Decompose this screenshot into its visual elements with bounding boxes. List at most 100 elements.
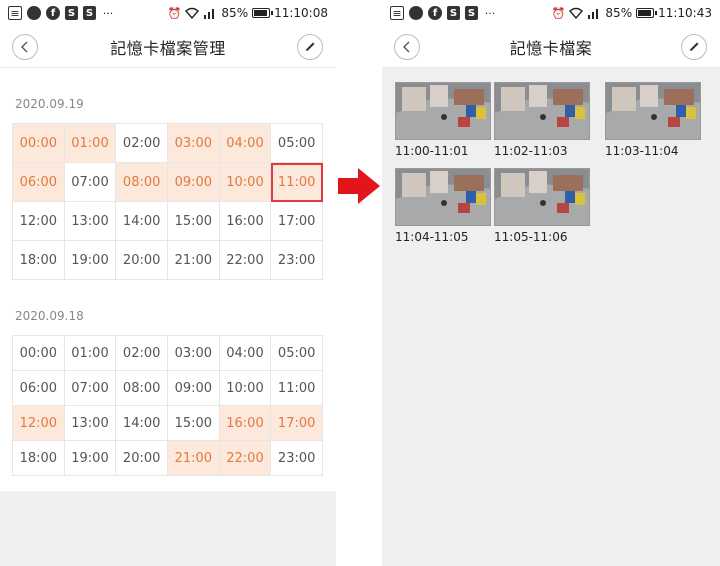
alarm-icon: ⏰ — [551, 6, 566, 20]
file-time-label: 11:02-11:03 — [494, 144, 568, 158]
hour-slot[interactable]: 10:00 — [219, 163, 272, 202]
hour-slot[interactable]: 21:00 — [168, 441, 220, 476]
more-dots-icon: ··· — [484, 6, 496, 20]
hour-slot[interactable]: 16:00 — [219, 202, 272, 241]
hour-slot[interactable]: 02:00 — [116, 336, 168, 371]
file-item[interactable]: 11:02-11:03 — [494, 82, 590, 158]
hour-slot[interactable]: 07:00 — [64, 371, 117, 406]
back-icon — [21, 41, 28, 53]
more-dots-icon: ··· — [102, 6, 114, 20]
hour-slot[interactable]: 02:00 — [116, 124, 168, 163]
hour-slot[interactable]: 09:00 — [168, 371, 220, 406]
back-icon — [403, 41, 410, 53]
hour-slot[interactable]: 11:00 — [271, 371, 323, 406]
video-thumbnail[interactable] — [605, 82, 701, 140]
hour-slot[interactable]: 15:00 — [168, 202, 220, 241]
video-thumbnail[interactable] — [494, 168, 590, 226]
hour-slot[interactable]: 01:00 — [64, 124, 117, 163]
notes-icon: ≡ — [390, 6, 404, 20]
hour-slot[interactable]: 12:00 — [13, 406, 65, 441]
hour-slot[interactable]: 17:00 — [271, 406, 323, 441]
hour-slot[interactable]: 21:00 — [168, 241, 220, 280]
battery-percent: 85% — [221, 6, 249, 20]
hour-slot[interactable]: 12:00 — [13, 202, 65, 241]
file-time-label: 11:05-11:06 — [494, 230, 568, 244]
hour-grid: 00:00 01:00 02:00 03:00 04:00 05:00 06:00 07:00… — [12, 123, 323, 280]
file-item[interactable]: 11:05-11:06 — [494, 168, 590, 244]
hour-slot[interactable]: 17:00 — [271, 202, 323, 241]
file-item[interactable]: 11:04-11:05 — [395, 168, 491, 244]
wifi-icon — [185, 6, 200, 20]
hour-slot[interactable]: 07:00 — [64, 163, 117, 202]
hour-slot[interactable]: 22:00 — [219, 241, 272, 280]
hour-slot[interactable]: 20:00 — [116, 241, 168, 280]
hour-slot[interactable]: 15:00 — [168, 406, 220, 441]
date-label: 2020.09.18 — [15, 309, 84, 323]
empty-area — [0, 491, 336, 566]
hour-slot[interactable]: 09:00 — [168, 163, 220, 202]
file-item[interactable]: 11:03-11:04 — [605, 82, 701, 158]
back-button[interactable] — [394, 34, 420, 60]
hour-slot[interactable]: 14:00 — [116, 406, 168, 441]
hour-slot[interactable]: 13:00 — [64, 406, 117, 441]
shopee-icon: S — [465, 6, 478, 20]
hour-slot[interactable]: 06:00 — [13, 163, 65, 202]
file-time-label: 11:04-11:05 — [395, 230, 469, 244]
signal-icon — [587, 6, 601, 20]
hour-slot[interactable]: 06:00 — [13, 371, 65, 406]
hour-slot[interactable]: 14:00 — [116, 202, 168, 241]
page-header: 記憶卡檔案 — [382, 26, 720, 68]
video-thumbnail[interactable] — [395, 168, 491, 226]
facebook-icon: f — [428, 6, 442, 20]
signal-icon — [203, 6, 217, 20]
hour-slot[interactable]: 23:00 — [271, 241, 323, 280]
shopee-icon: S — [447, 6, 460, 20]
facebook-icon: f — [46, 6, 60, 20]
back-button[interactable] — [12, 34, 38, 60]
file-item[interactable]: 11:00-11:01 — [395, 82, 491, 158]
hour-slot[interactable]: 00:00 — [13, 336, 65, 371]
arrow-right-icon — [338, 168, 380, 204]
edit-button[interactable] — [297, 34, 323, 60]
status-time: 11:10:08 — [274, 6, 328, 20]
hour-slot[interactable]: 18:00 — [13, 441, 65, 476]
file-time-label: 11:00-11:01 — [395, 144, 469, 158]
hour-slot[interactable]: 22:00 — [219, 441, 272, 476]
hour-slot[interactable]: 23:00 — [271, 441, 323, 476]
page-title: 記憶卡檔案 — [509, 38, 593, 58]
video-thumbnail[interactable] — [395, 82, 491, 140]
hour-slot[interactable]: 04:00 — [219, 336, 272, 371]
shopee-icon: S — [65, 6, 78, 20]
status-time: 11:10:43 — [658, 6, 712, 20]
hour-slot[interactable]: 03:00 — [168, 336, 220, 371]
battery-icon — [252, 8, 274, 18]
status-bar: ≡ f S S ··· ⏰ 85% 11:10:08 — [0, 0, 336, 26]
hour-slot[interactable]: 00:00 — [13, 124, 65, 163]
dot-icon — [27, 6, 41, 20]
hour-slot[interactable]: 08:00 — [116, 371, 168, 406]
hour-slot[interactable]: 18:00 — [13, 241, 65, 280]
hour-slot[interactable]: 05:00 — [271, 336, 323, 371]
dot-icon — [409, 6, 423, 20]
video-thumbnail[interactable] — [494, 82, 590, 140]
hour-slot[interactable]: 10:00 — [219, 371, 272, 406]
hour-slot[interactable]: 05:00 — [271, 124, 323, 163]
hour-slot[interactable]: 16:00 — [219, 406, 272, 441]
hour-slot[interactable]: 03:00 — [168, 124, 220, 163]
hour-slot[interactable]: 04:00 — [219, 124, 272, 163]
hour-slot[interactable]: 11:00 — [271, 163, 323, 202]
right-screen: ≡ f S S ··· ⏰ 85% 11:10:43 記憶卡檔案 11:00-1… — [382, 0, 720, 566]
edit-button[interactable] — [681, 34, 707, 60]
alarm-icon: ⏰ — [167, 6, 182, 20]
hour-slot[interactable]: 19:00 — [64, 441, 117, 476]
page-title: 記憶卡檔案管理 — [110, 38, 226, 58]
hour-slot[interactable]: 19:00 — [64, 241, 117, 280]
hour-slot[interactable]: 20:00 — [116, 441, 168, 476]
notes-icon: ≡ — [8, 6, 22, 20]
hour-slot[interactable]: 13:00 — [64, 202, 117, 241]
hour-slot[interactable]: 08:00 — [116, 163, 168, 202]
battery-icon — [636, 8, 658, 18]
hour-slot[interactable]: 01:00 — [64, 336, 117, 371]
file-time-label: 11:03-11:04 — [605, 144, 679, 158]
wifi-icon — [569, 6, 584, 20]
